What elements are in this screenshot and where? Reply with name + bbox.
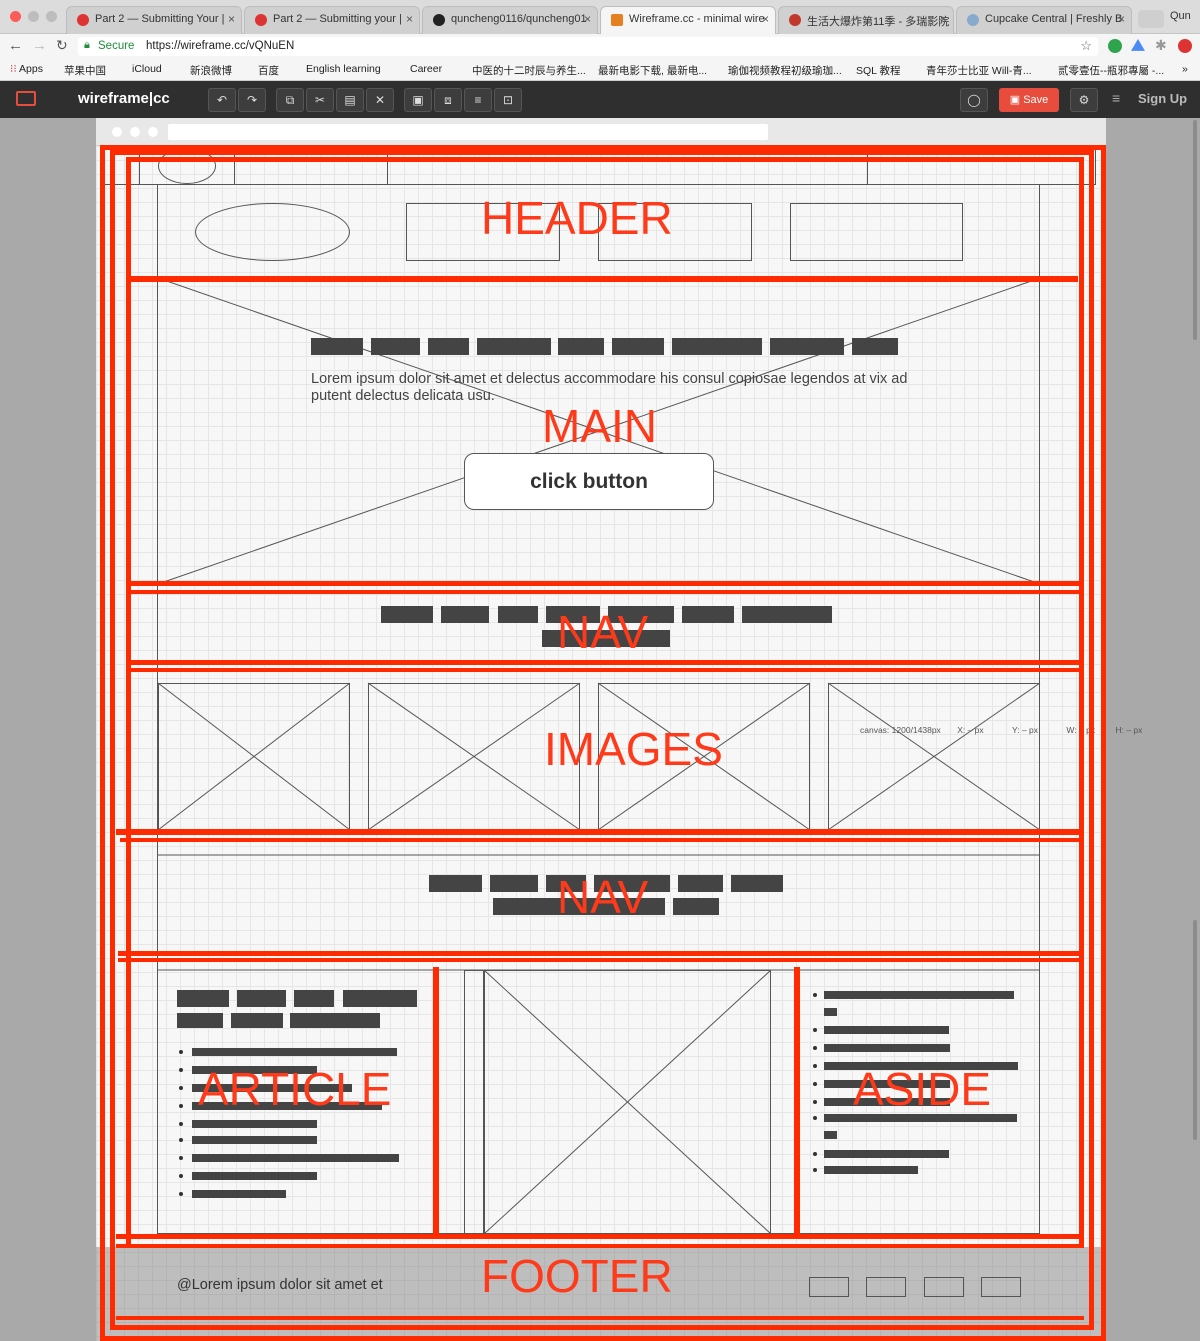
- annotation-rule: [116, 1244, 1084, 1248]
- annotation-rule: [116, 829, 1084, 835]
- nav-annotation: NAV: [557, 871, 649, 923]
- annotation-rule: [126, 276, 1078, 282]
- annotation-rule: [1079, 157, 1084, 1245]
- annotation-rule: [126, 157, 131, 1245]
- annotation-rule: [118, 958, 1084, 962]
- aside-annotation: ASIDE: [853, 1063, 992, 1115]
- images-annotation: IMAGES: [544, 723, 723, 775]
- annotation-rule: [126, 590, 1084, 594]
- element-h: H: – px: [1115, 725, 1143, 735]
- annotation-rule: [118, 951, 1084, 956]
- main-annotation: MAIN: [542, 400, 657, 452]
- annotation-rule: [120, 838, 1084, 842]
- annotation-rule: [126, 668, 1084, 672]
- nav-annotation: NAV: [557, 606, 649, 658]
- annotation-rule: [126, 660, 1084, 665]
- annotation-rule: [126, 581, 1084, 586]
- article-annotation: ARTICLE: [198, 1063, 392, 1115]
- annotation-rule: [794, 967, 800, 1234]
- footer-annotation: FOOTER: [481, 1250, 673, 1302]
- annotation-rule: [126, 157, 1084, 162]
- annotation-rule: [116, 1234, 1084, 1239]
- annotation-rule: [116, 1316, 1084, 1320]
- header-annotation: HEADER: [481, 192, 673, 244]
- annotation-rule: [433, 967, 439, 1234]
